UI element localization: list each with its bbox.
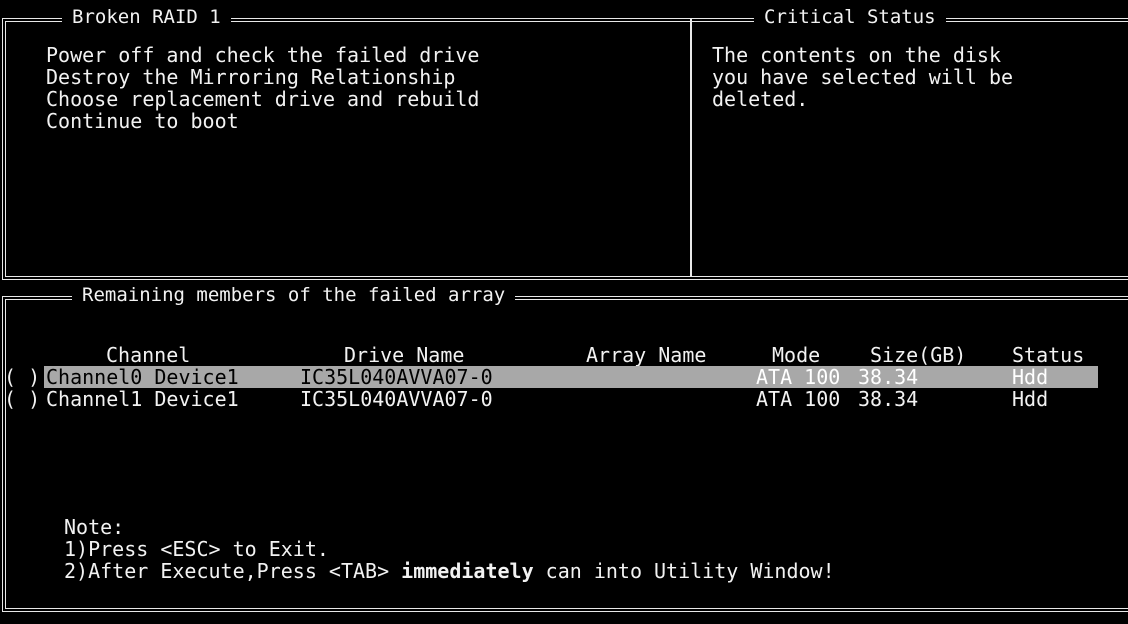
row-status: Hdd (1012, 387, 1049, 411)
column-header-channel: Channel (106, 343, 191, 367)
row-drive-name: IC35L040AVVA07-0 (300, 387, 493, 411)
critical-line-2: you have selected will be (712, 65, 1014, 89)
bios-raid-screen: Broken RAID 1 Critical Status Power off … (0, 0, 1128, 624)
note-line-2-bold: immediately (401, 559, 534, 583)
note-heading: Note: (64, 515, 125, 539)
column-header-drive-name: Drive Name (344, 343, 465, 367)
row-size: 38.34 (858, 365, 919, 389)
broken-raid-options: Power off and check the failed drive Des… (46, 44, 479, 132)
row-drive-name: IC35L040AVVA07-0 (300, 365, 493, 389)
broken-raid-title: Broken RAID 1 (62, 6, 231, 28)
note-line-2-prefix: 2)After Execute,Press <TAB> (64, 559, 402, 583)
row-channel: Channel1 Device1 (46, 387, 239, 411)
row-radio-button[interactable]: ( ) (4, 388, 40, 410)
row-size: 38.34 (858, 387, 919, 411)
column-header-size: Size(GB) (870, 343, 967, 367)
panel-divider (690, 19, 692, 277)
note-line-2: 2)After Execute,Press <TAB> immediately … (64, 560, 835, 582)
column-header-array-name: Array Name (586, 343, 707, 367)
table-row[interactable]: ( ) Channel0 Device1 IC35L040AVVA07-0 AT… (0, 365, 1098, 389)
note-line-2-suffix: can into Utility Window! (533, 559, 835, 583)
option-power-off-check[interactable]: Power off and check the failed drive (46, 44, 479, 66)
note-section: Note: 1)Press <ESC> to Exit. 2)After Exe… (64, 516, 835, 582)
critical-status-title: Critical Status (754, 6, 946, 28)
row-mode: ATA 100 (756, 387, 841, 411)
option-choose-replacement-rebuild[interactable]: Choose replacement drive and rebuild (46, 88, 479, 110)
critical-line-1: The contents on the disk (712, 43, 1001, 67)
column-header-mode: Mode (772, 343, 821, 367)
row-channel: Channel0 Device1 (46, 365, 239, 389)
note-line-1: 1)Press <ESC> to Exit. (64, 537, 329, 561)
option-continue-to-boot[interactable]: Continue to boot (46, 110, 479, 132)
row-status: Hdd (1012, 365, 1049, 389)
column-header-status: Status (1012, 343, 1085, 367)
row-mode: ATA 100 (756, 365, 841, 389)
critical-line-3: deleted. (712, 87, 809, 111)
critical-status-message: The contents on the disk you have select… (712, 44, 1112, 110)
table-row[interactable]: ( ) Channel1 Device1 IC35L040AVVA07-0 AT… (0, 388, 1080, 410)
option-destroy-mirroring[interactable]: Destroy the Mirroring Relationship (46, 66, 479, 88)
row-radio-button[interactable]: ( ) (4, 366, 40, 388)
remaining-members-title: Remaining members of the failed array (72, 284, 516, 306)
